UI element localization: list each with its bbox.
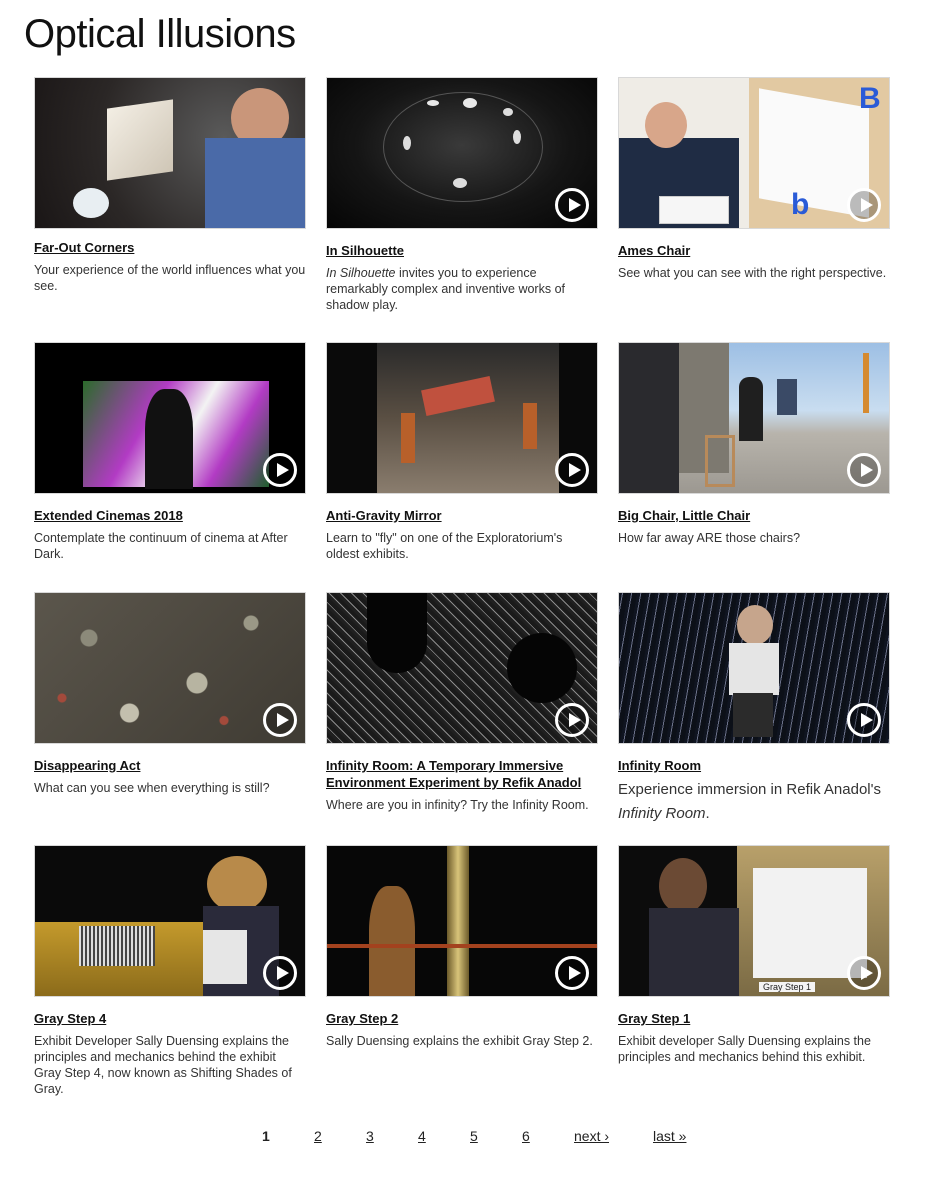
card-description: Your experience of the world influences …	[34, 263, 306, 293]
card-title[interactable]: Gray Step 4	[34, 1010, 306, 1027]
card-thumbnail[interactable]	[34, 77, 306, 229]
card-description-tail: .	[705, 805, 710, 822]
card-title[interactable]: Disappearing Act	[34, 757, 306, 774]
card-title[interactable]: Infinity Room	[618, 757, 890, 774]
card-description: Exhibit Developer Sally Duensing explain…	[34, 1034, 292, 1096]
card-anti-gravity-mirror: Anti-Gravity Mirror Learn to "fly" on on…	[326, 342, 598, 562]
card-thumbnail[interactable]: B b	[618, 77, 890, 229]
card-description-text: Experience immersion in Refik Anadol's	[618, 781, 881, 798]
card-description: Exhibit developer Sally Duensing explain…	[618, 1034, 871, 1064]
card-description: Contemplate the continuum of cinema at A…	[34, 531, 288, 561]
pager-page-6[interactable]: 6	[522, 1128, 530, 1144]
card-title[interactable]: Extended Cinemas 2018	[34, 507, 306, 524]
pager-page-2[interactable]: 2	[314, 1128, 322, 1144]
pager-page-4[interactable]: 4	[418, 1128, 426, 1144]
card-thumbnail[interactable]	[326, 342, 598, 494]
card-thumbnail[interactable]	[326, 845, 598, 997]
card-extended-cinemas: Extended Cinemas 2018 Contemplate the co…	[34, 342, 306, 562]
card-thumbnail[interactable]	[326, 592, 598, 744]
page-title: Optical Illusions	[24, 12, 296, 56]
card-title[interactable]: Infinity Room: A Temporary Immersive Env…	[326, 757, 598, 791]
pager-next[interactable]: next ›	[574, 1128, 609, 1144]
card-title[interactable]: Far-Out Corners	[34, 239, 306, 256]
card-thumbnail[interactable]	[618, 592, 890, 744]
card-thumbnail[interactable]	[326, 77, 598, 229]
card-thumbnail[interactable]	[618, 342, 890, 494]
card-title[interactable]: Anti-Gravity Mirror	[326, 507, 598, 524]
gray-step-1-sign: Gray Step 1	[759, 982, 816, 992]
card-far-out-corners: Far-Out Corners Your experience of the w…	[34, 77, 306, 294]
card-gray-step-4: Gray Step 4 Exhibit Developer Sally Duen…	[34, 845, 306, 1097]
card-description: See what you can see with the right pers…	[618, 266, 887, 280]
play-icon[interactable]	[555, 188, 589, 222]
play-icon[interactable]	[847, 956, 881, 990]
pager-page-5[interactable]: 5	[470, 1128, 478, 1144]
card-title[interactable]: Big Chair, Little Chair	[618, 507, 890, 524]
card-title[interactable]: Gray Step 1	[618, 1010, 890, 1027]
play-icon[interactable]	[555, 956, 589, 990]
pager-page-3[interactable]: 3	[366, 1128, 374, 1144]
card-big-chair-little-chair: Big Chair, Little Chair How far away ARE…	[618, 342, 890, 546]
card-thumbnail[interactable]	[34, 592, 306, 744]
play-icon[interactable]	[263, 703, 297, 737]
card-title[interactable]: In Silhouette	[326, 242, 598, 259]
card-title[interactable]: Gray Step 2	[326, 1010, 598, 1027]
play-icon[interactable]	[847, 703, 881, 737]
pager-current-page: 1	[262, 1128, 270, 1144]
card-description: Learn to "fly" on one of the Exploratori…	[326, 531, 563, 561]
card-gray-step-1: Gray Step 1 Gray Step 1 Exhibit develope…	[618, 845, 890, 1065]
card-description: Where are you in infinity? Try the Infin…	[326, 798, 589, 812]
card-description: In Silhouette invites you to experience …	[326, 265, 598, 313]
pager-last[interactable]: last »	[653, 1128, 686, 1144]
card-description-emphasis: In Silhouette	[326, 266, 396, 280]
card-title[interactable]: Ames Chair	[618, 242, 890, 259]
card-in-silhouette: In Silhouette In Silhouette invites you …	[326, 77, 598, 313]
card-description: Experience immersion in Refik Anadol's I…	[618, 778, 890, 826]
card-thumbnail[interactable]	[34, 845, 306, 997]
pagination: 1 2 3 4 5 6 next › last »	[0, 1128, 931, 1148]
card-disappearing-act: Disappearing Act What can you see when e…	[34, 592, 306, 796]
play-icon[interactable]	[847, 453, 881, 487]
card-description: What can you see when everything is stil…	[34, 781, 270, 795]
card-description: How far away ARE those chairs?	[618, 531, 801, 545]
ames-small-letter: b	[791, 188, 810, 221]
card-description-emphasis: Infinity Room	[618, 805, 706, 822]
card-thumbnail[interactable]: Gray Step 1	[618, 845, 890, 997]
play-icon[interactable]	[263, 956, 297, 990]
card-infinity-room: Infinity Room Experience immersion in Re…	[618, 592, 890, 826]
card-thumbnail[interactable]	[34, 342, 306, 494]
card-infinity-room-experiment: Infinity Room: A Temporary Immersive Env…	[326, 592, 598, 813]
card-gray-step-2: Gray Step 2 Sally Duensing explains the …	[326, 845, 598, 1049]
play-icon[interactable]	[263, 453, 297, 487]
card-description: Sally Duensing explains the exhibit Gray…	[326, 1034, 593, 1048]
ames-big-letter: B	[859, 82, 881, 115]
play-icon[interactable]	[555, 453, 589, 487]
play-icon[interactable]	[555, 703, 589, 737]
card-ames-chair: B b Ames Chair See what you can see with…	[618, 77, 890, 281]
play-icon[interactable]	[847, 188, 881, 222]
